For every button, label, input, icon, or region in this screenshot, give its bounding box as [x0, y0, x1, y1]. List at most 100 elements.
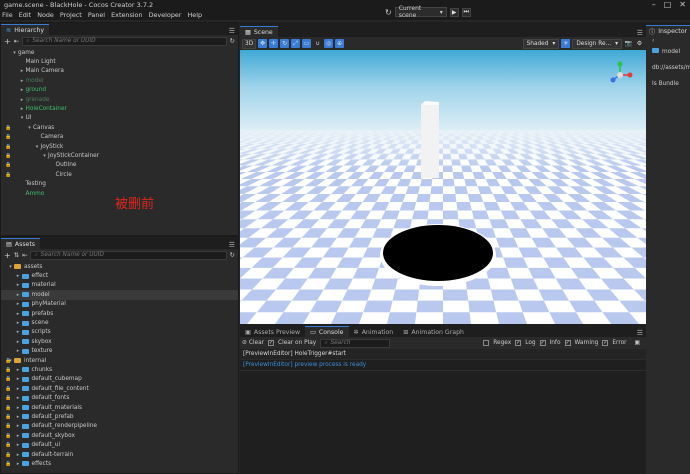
collapsed-arrow-icon[interactable]: ▸ — [15, 339, 22, 345]
collapse-icon[interactable]: ⇤ — [14, 37, 19, 45]
play-button[interactable]: ▶ — [449, 7, 459, 17]
asset-item[interactable]: 🔒 ▸ default-terrain — [1, 450, 238, 459]
tab-assets-preview[interactable]: ▣ Assets Preview — [240, 326, 306, 337]
asset-item[interactable]: ▸ material — [1, 281, 238, 290]
hierarchy-node[interactable]: ▸ model — [1, 76, 238, 85]
collapsed-arrow-icon[interactable]: ▸ — [15, 423, 22, 429]
collapsed-arrow-icon[interactable]: ▸ — [15, 461, 22, 467]
global-icon[interactable]: ⊕ — [335, 39, 345, 48]
asset-item[interactable]: ▾ assets — [1, 262, 238, 271]
hierarchy-node[interactable]: 🔒 ▾ JoyStick — [1, 142, 238, 151]
hierarchy-node[interactable]: ▸ grenade — [1, 95, 238, 104]
settings-icon[interactable]: ⚙ — [635, 39, 644, 48]
hierarchy-node[interactable]: 🔒 ▾ JoyStickContainer — [1, 151, 238, 160]
hierarchy-node[interactable]: 🔒 Circle — [1, 170, 238, 179]
expanded-arrow-icon[interactable]: ▾ — [7, 264, 14, 270]
asset-item[interactable]: ▸ scripts — [1, 328, 238, 337]
pivot-icon[interactable]: ◎ — [324, 39, 334, 48]
asset-item[interactable]: ▸ phyMaterial — [1, 300, 238, 309]
collapsed-arrow-icon[interactable]: ▸ — [15, 329, 22, 335]
tab-inspector[interactable]: ⓘ Inspector — [646, 25, 690, 36]
asset-item[interactable]: 🔒 ▸ default_file_content — [1, 384, 238, 393]
sort-icon[interactable]: ⇅ — [14, 251, 19, 259]
tab-scene[interactable]: ▦ Scene — [240, 26, 278, 37]
hierarchy-search-input[interactable]: ⌕ Search Name or UUID — [22, 36, 227, 46]
collapsed-arrow-icon[interactable]: ▸ — [15, 282, 22, 288]
collapsed-arrow-icon[interactable]: ▸ — [15, 395, 22, 401]
expanded-arrow-icon[interactable]: ▾ — [26, 125, 33, 131]
expanded-arrow-icon[interactable]: ▾ — [19, 115, 26, 121]
collapsed-arrow-icon[interactable]: ▸ — [15, 376, 22, 382]
scale-tool-icon[interactable]: ⤢ — [291, 39, 301, 48]
shading-select[interactable]: Shaded ▾ — [522, 38, 560, 49]
collapsed-arrow-icon[interactable]: ▸ — [15, 367, 22, 373]
asset-item[interactable]: 🔒 ▸ default_ui — [1, 440, 238, 449]
hierarchy-node[interactable]: ▾ game — [1, 48, 238, 57]
asset-item[interactable]: ▸ effect — [1, 271, 238, 280]
tab-animation[interactable]: ✲ Animation — [348, 326, 399, 337]
panel-menu-icon[interactable]: ☰ — [229, 241, 238, 249]
lock-icon[interactable]: 🔒 — [5, 125, 11, 131]
menu-panel[interactable]: Panel — [86, 10, 107, 20]
collapsed-arrow-icon[interactable]: ▸ — [15, 273, 22, 279]
asset-item[interactable]: 🔒 ▸ default_fonts — [1, 393, 238, 402]
lock-icon[interactable]: 🔒 — [5, 153, 11, 159]
asset-item[interactable]: 🔒 ▸ default_materials — [1, 403, 238, 412]
collapsed-arrow-icon[interactable]: ▸ — [15, 320, 22, 326]
menu-help[interactable]: Help — [185, 10, 204, 20]
hand-tool-icon[interactable]: ✥ — [258, 39, 268, 48]
collapsed-arrow-icon[interactable]: ▸ — [15, 386, 22, 392]
hierarchy-node[interactable]: Main Light — [1, 57, 238, 66]
collapsed-arrow-icon[interactable]: ▸ — [19, 78, 26, 84]
hierarchy-node[interactable]: ▾ UI — [1, 114, 238, 123]
expanded-arrow-icon[interactable]: ▾ — [11, 50, 18, 56]
3d-toggle[interactable]: 3D — [242, 38, 257, 49]
minimize-icon[interactable]: – — [652, 0, 656, 9]
lock-icon[interactable]: 🔒 — [5, 162, 11, 168]
panel-menu-icon[interactable]: ☰ — [637, 329, 646, 337]
collapsed-arrow-icon[interactable]: ▸ — [15, 433, 22, 439]
collapsed-arrow-icon[interactable]: ▸ — [15, 405, 22, 411]
tab-hierarchy[interactable]: ≋ Hierarchy — [1, 24, 50, 35]
black-hole[interactable] — [383, 225, 493, 281]
refresh-icon[interactable]: ↻ — [385, 8, 392, 17]
collapsed-arrow-icon[interactable]: ▸ — [15, 348, 22, 354]
warning-filter[interactable]: ✓ Warning — [564, 340, 598, 346]
collapsed-arrow-icon[interactable]: ▸ — [19, 106, 26, 112]
collapsed-arrow-icon[interactable]: ▸ — [15, 311, 22, 317]
menu-edit[interactable]: Edit — [17, 10, 33, 20]
lock-icon[interactable]: 🔒 — [5, 134, 11, 140]
menu-developer[interactable]: Developer — [147, 10, 184, 20]
regex-toggle[interactable]: Regex — [483, 340, 511, 346]
collapsed-arrow-icon[interactable]: ▸ — [15, 442, 22, 448]
collapsed-arrow-icon[interactable]: ▸ — [19, 97, 26, 103]
asset-item[interactable]: ▸ model — [1, 290, 238, 300]
asset-item[interactable]: 🔒 ▸ effects — [1, 459, 238, 468]
open-log-icon[interactable]: ▣ — [635, 340, 640, 346]
error-filter[interactable]: ✓ Error — [602, 340, 627, 346]
console-line[interactable]: [PreviewInEditor] preview process is rea… — [240, 360, 646, 371]
step-button[interactable]: ⏭ — [461, 7, 471, 17]
panel-menu-icon[interactable]: ☰ — [229, 27, 238, 35]
camera-icon[interactable]: 📷 — [624, 39, 633, 48]
asset-item[interactable]: 🔒 ▸ chunks — [1, 365, 238, 374]
refresh-icon[interactable]: ↻ — [230, 251, 235, 259]
lock-icon[interactable]: 🔒 — [5, 172, 11, 178]
assets-search-input[interactable]: ⌕ Search Name or UUID — [30, 250, 227, 260]
menu-node[interactable]: Node — [35, 10, 56, 20]
panel-menu-icon[interactable]: ☰ — [637, 29, 646, 37]
rotate-tool-icon[interactable]: ↻ — [280, 39, 290, 48]
collapsed-arrow-icon[interactable]: ▸ — [15, 301, 22, 307]
scene-render[interactable] — [240, 50, 646, 324]
resolution-select[interactable]: Design Re... ▾ — [572, 38, 622, 49]
tab-animation-graph[interactable]: ⊞ Animation Graph — [398, 326, 469, 337]
console-search-input[interactable]: ⌕ Search — [320, 338, 391, 348]
move-tool-icon[interactable]: ✛ — [269, 39, 279, 48]
collapsed-arrow-icon[interactable]: ▸ — [15, 292, 22, 298]
asset-item[interactable]: 🔒 ▸ default_prefab — [1, 412, 238, 421]
hierarchy-node[interactable]: ▸ Main Camera — [1, 67, 238, 76]
expanded-arrow-icon[interactable]: ▾ — [41, 153, 48, 159]
lock-icon[interactable]: 🔒 — [5, 144, 11, 150]
back-icon[interactable]: ‹ — [652, 38, 654, 44]
menu-file[interactable]: File — [0, 10, 15, 20]
